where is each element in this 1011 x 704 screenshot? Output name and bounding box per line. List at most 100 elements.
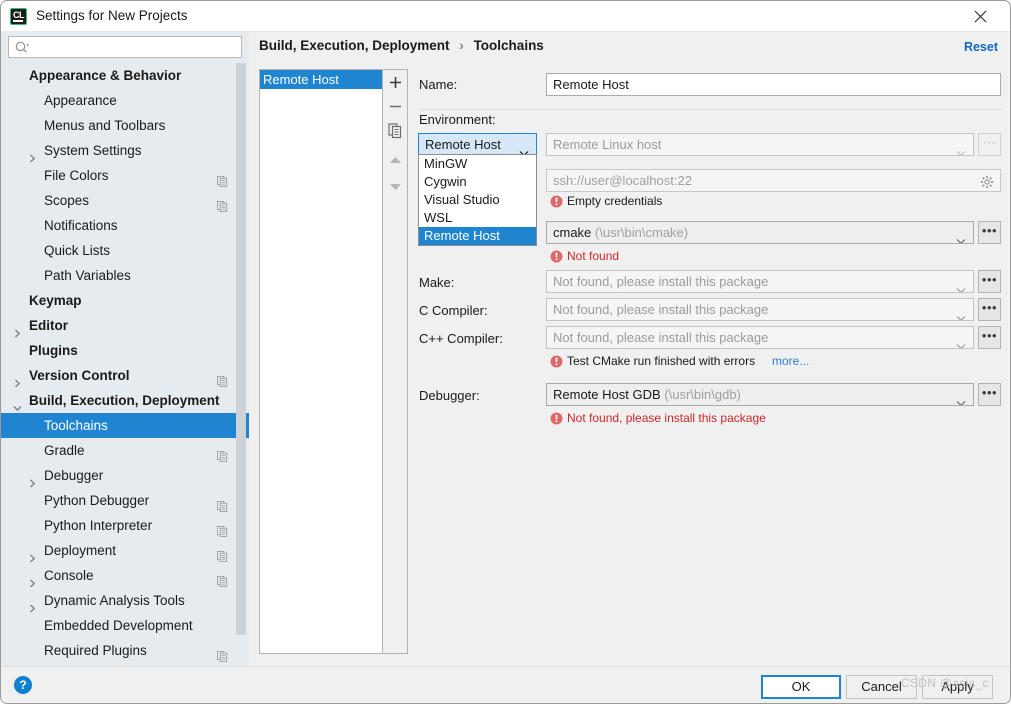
- sidebar-item-python-interpreter[interactable]: Python Interpreter: [1, 513, 249, 538]
- ellipsis-icon: ⋯: [982, 135, 997, 150]
- environment-option-wsl[interactable]: WSL: [419, 209, 536, 227]
- ssh-host-input[interactable]: ssh://user@localhost:22: [546, 169, 1001, 192]
- sidebar-item-menus-and-toolbars[interactable]: Menus and Toolbars: [1, 113, 249, 138]
- environment-dropdown-menu[interactable]: MinGW Cygwin Visual Studio WSL Remote Host: [418, 154, 537, 246]
- sidebar-item-console[interactable]: Console: [1, 563, 249, 588]
- make-browse-button[interactable]: •••: [978, 270, 1001, 293]
- sidebar-item-gradle[interactable]: Gradle: [1, 438, 249, 463]
- sidebar-item-label: Deployment: [44, 543, 117, 558]
- copy-icon[interactable]: [385, 120, 406, 141]
- breadcrumb-leaf: Toolchains: [473, 38, 544, 53]
- sidebar-item-embedded-development[interactable]: Embedded Development: [1, 613, 249, 638]
- sidebar-item-label: Editor: [29, 318, 68, 333]
- chevron-right-icon[interactable]: [28, 471, 37, 488]
- sidebar-item-system-settings[interactable]: System Settings: [1, 138, 249, 163]
- error-debugger-text: Not found, please install this package: [567, 411, 766, 425]
- environment-option-remote-host[interactable]: Remote Host: [419, 227, 536, 245]
- sidebar-item-label: Console: [44, 568, 94, 583]
- search-input[interactable]: [35, 37, 239, 57]
- clion-icon: CL: [10, 8, 27, 25]
- cmake-value: cmake: [553, 225, 592, 240]
- sidebar-item-debugger[interactable]: Debugger: [1, 463, 249, 488]
- name-label: Name:: [419, 77, 458, 92]
- sidebar-item-label: Required Plugins: [44, 643, 147, 658]
- sidebar-item-keymap[interactable]: Keymap: [1, 288, 249, 313]
- chevron-right-icon[interactable]: [28, 146, 37, 163]
- plus-icon[interactable]: [385, 72, 406, 93]
- cancel-button[interactable]: Cancel: [846, 675, 917, 699]
- chevron-right-icon[interactable]: [13, 321, 22, 338]
- sidebar-item-appearance[interactable]: Appearance: [1, 88, 249, 113]
- toolchain-list[interactable]: Remote Host: [259, 69, 383, 654]
- environment-combo[interactable]: Remote Host: [418, 133, 537, 156]
- sidebar-item-editor[interactable]: Editor: [1, 313, 249, 338]
- sidebar-item-build-execution-deployment[interactable]: Build, Execution, Deployment: [1, 388, 249, 413]
- credentials-combo[interactable]: Remote Linux host: [546, 133, 974, 156]
- list-item[interactable]: Remote Host: [260, 70, 382, 89]
- breadcrumb-root[interactable]: Build, Execution, Deployment: [259, 38, 450, 53]
- cmake-browse-button[interactable]: •••: [978, 221, 1001, 244]
- debugger-browse-button[interactable]: •••: [978, 383, 1001, 406]
- chevron-right-icon[interactable]: [28, 546, 37, 563]
- cpp-compiler-browse-button[interactable]: •••: [978, 326, 1001, 349]
- chevron-down-icon[interactable]: [13, 396, 22, 412]
- name-input[interactable]: Remote Host: [546, 73, 1001, 96]
- sidebar-item-toolchains[interactable]: Toolchains: [1, 413, 249, 438]
- cmake-path: (\usr\bin\cmake): [594, 225, 689, 240]
- sidebar-item-label: Toolchains: [44, 418, 108, 433]
- sidebar-item-required-plugins[interactable]: Required Plugins: [1, 638, 249, 663]
- environment-option-mingw[interactable]: MinGW: [419, 155, 536, 173]
- sidebar-item-label: Quick Lists: [44, 243, 111, 258]
- arrow-up-icon[interactable]: [385, 150, 406, 171]
- form-divider: [419, 109, 1001, 110]
- sidebar-item-appearance-behavior[interactable]: Appearance & Behavior: [1, 63, 249, 88]
- debugger-label: Debugger:: [419, 388, 480, 403]
- environment-combo-value: Remote Host: [425, 137, 501, 152]
- sidebar-item-deployment[interactable]: Deployment: [1, 538, 249, 563]
- sidebar-item-python-debugger[interactable]: Python Debugger: [1, 488, 249, 513]
- credentials-browse-button[interactable]: ⋯: [978, 133, 1001, 156]
- chevron-right-icon[interactable]: [28, 571, 37, 588]
- sidebar-item-path-variables[interactable]: Path Variables: [1, 263, 249, 288]
- cmake-combo[interactable]: cmake (\usr\bin\cmake): [546, 221, 974, 244]
- sidebar-item-label: System Settings: [44, 143, 142, 158]
- chevron-down-icon: [956, 142, 966, 155]
- error-icon: [550, 195, 563, 211]
- arrow-down-icon[interactable]: [385, 176, 406, 197]
- error-test-cmake-text: Test CMake run finished with errors: [567, 354, 756, 368]
- sidebar-item-plugins[interactable]: Plugins: [1, 338, 249, 363]
- gear-icon[interactable]: [980, 174, 994, 195]
- environment-option-cygwin[interactable]: Cygwin: [419, 173, 536, 191]
- sidebar-item-label: Plugins: [29, 343, 78, 358]
- debugger-combo[interactable]: Remote Host GDB (\usr\bin\gdb): [546, 383, 974, 406]
- c-compiler-value: Not found, please install this package: [553, 302, 769, 317]
- sidebar-item-notifications[interactable]: Notifications: [1, 213, 249, 238]
- sidebar-item-file-colors[interactable]: File Colors: [1, 163, 249, 188]
- sidebar-item-dynamic-analysis-tools[interactable]: Dynamic Analysis Tools: [1, 588, 249, 613]
- sidebar-item-version-control[interactable]: Version Control: [1, 363, 249, 388]
- dialog-footer: ? OK Cancel Apply: [1, 666, 1010, 703]
- help-glyph: ?: [19, 678, 27, 692]
- sidebar-item-quick-lists[interactable]: Quick Lists: [1, 238, 249, 263]
- title-bar: CL Settings for New Projects: [1, 1, 1010, 32]
- chevron-right-icon[interactable]: [28, 596, 37, 613]
- sidebar-item-scopes[interactable]: Scopes: [1, 188, 249, 213]
- minus-icon[interactable]: [385, 96, 406, 117]
- chevron-right-icon[interactable]: [13, 371, 22, 388]
- search-box[interactable]: [8, 36, 242, 58]
- reset-link[interactable]: Reset: [964, 40, 998, 54]
- error-empty-credentials-text: Empty credentials: [567, 194, 663, 208]
- cpp-compiler-combo[interactable]: Not found, please install this package: [546, 326, 974, 349]
- make-combo[interactable]: Not found, please install this package: [546, 270, 974, 293]
- environment-option-visual-studio[interactable]: Visual Studio: [419, 191, 536, 209]
- sidebar-scrollbar[interactable]: [236, 63, 246, 635]
- c-compiler-combo[interactable]: Not found, please install this package: [546, 298, 974, 321]
- apply-button[interactable]: Apply: [922, 675, 993, 699]
- sidebar-item-label: Python Interpreter: [44, 518, 153, 533]
- c-compiler-browse-button[interactable]: •••: [978, 298, 1001, 321]
- sidebar-item-label: Appearance: [44, 93, 117, 108]
- ok-button[interactable]: OK: [761, 675, 841, 699]
- close-icon[interactable]: [958, 1, 1004, 31]
- help-icon[interactable]: ?: [14, 676, 32, 694]
- more-link[interactable]: more...: [772, 354, 809, 368]
